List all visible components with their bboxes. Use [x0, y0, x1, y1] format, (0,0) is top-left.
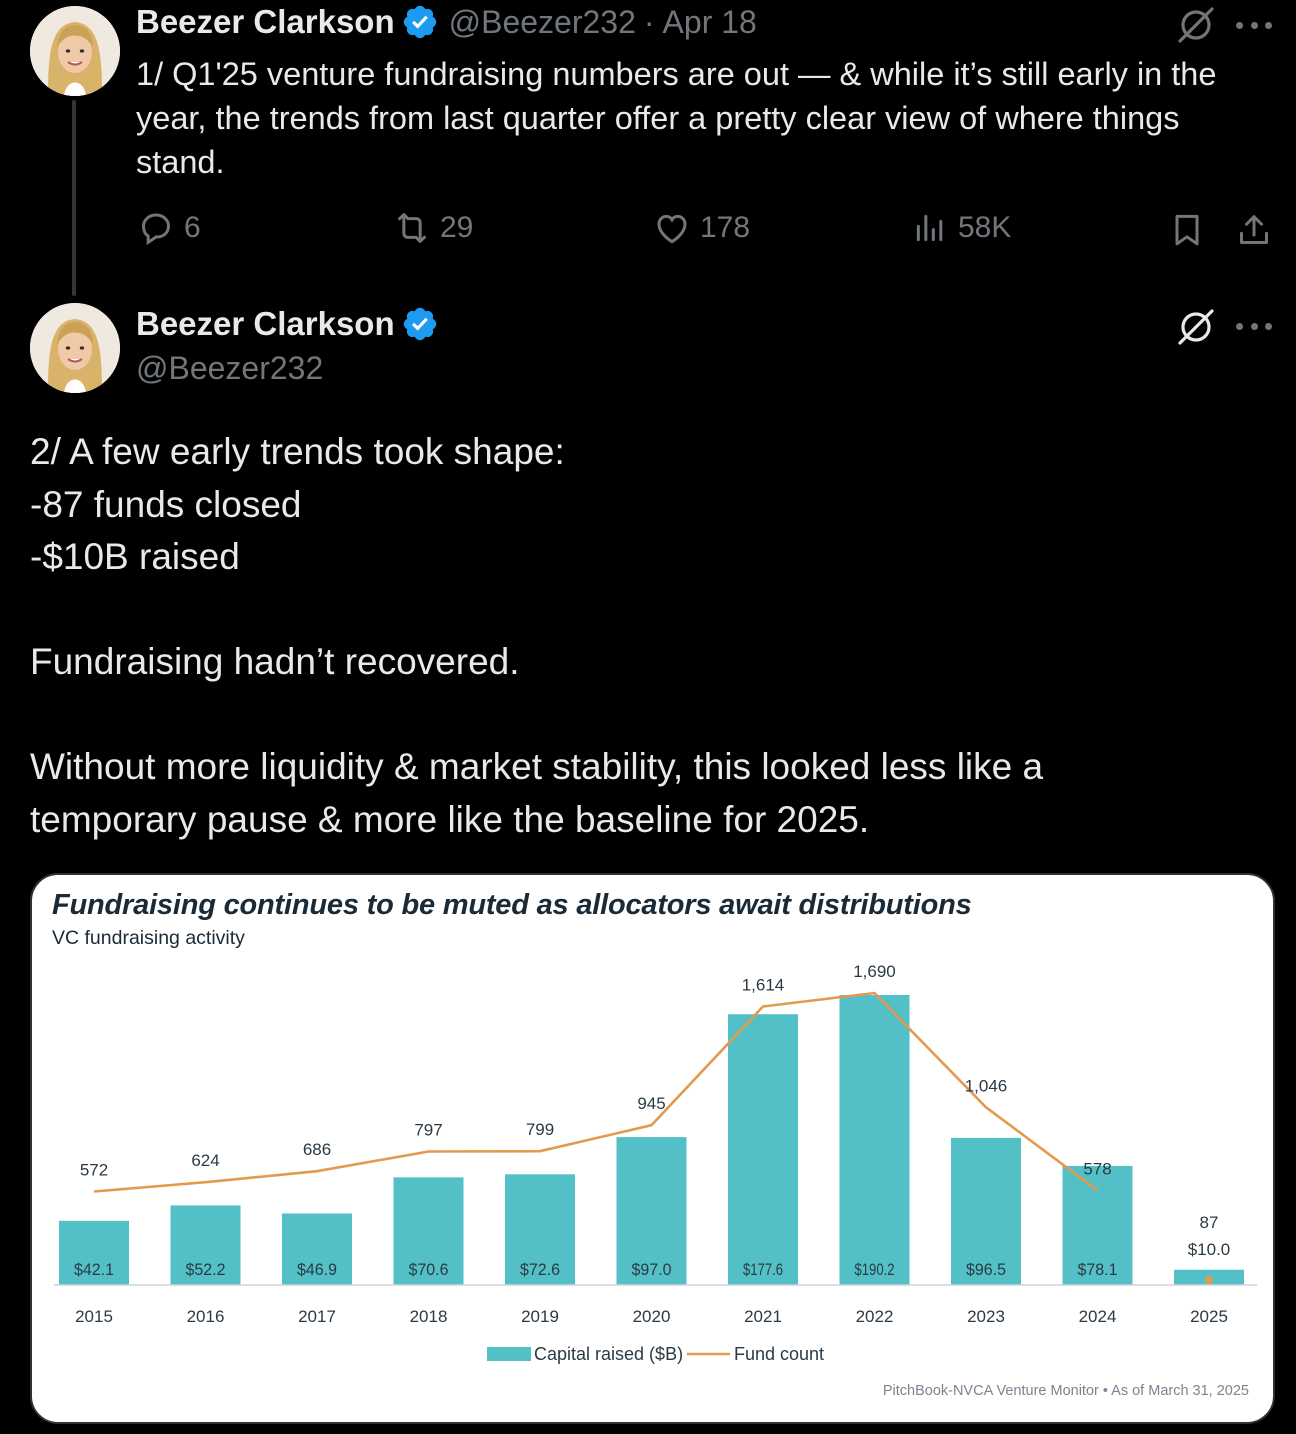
more-icon[interactable]	[1236, 19, 1272, 31]
bar-2021	[728, 1014, 798, 1285]
x-tick-2020: 2020	[633, 1307, 671, 1326]
reply-button[interactable]: 6	[136, 208, 201, 248]
bar-label-2019: $72.6	[520, 1260, 560, 1279]
bookmark-icon[interactable]	[1167, 210, 1207, 250]
x-tick-2019: 2019	[521, 1307, 559, 1326]
chart-plot: $42.1 2015 $52.2 2016 $46.9 2017 $70.6 2018 $72.…	[54, 962, 1257, 1364]
handle[interactable]: @Beezer232	[449, 4, 636, 41]
line-label-2018: 797	[414, 1121, 442, 1140]
bar-label-2023: $96.5	[966, 1260, 1006, 1279]
tweet1-header: Beezer Clarkson @Beezer232 · Apr 18	[136, 3, 757, 41]
bar-label-2021: $177.6	[743, 1260, 783, 1279]
reply-count: 6	[184, 211, 201, 244]
line-label-2025: 87	[1200, 1213, 1219, 1232]
repost-icon	[398, 213, 426, 243]
views-button[interactable]: 58K	[910, 208, 1011, 248]
x-tick-2022: 2022	[856, 1307, 894, 1326]
tweet1-actions: 6 29 178 58K	[136, 208, 1276, 256]
chart-image[interactable]: Fundraising continues to be muted as all…	[30, 873, 1275, 1424]
bar-label-2016: $52.2	[186, 1260, 226, 1279]
like-count: 178	[700, 211, 751, 244]
avatar-image	[30, 303, 120, 393]
repost-count: 29	[440, 211, 474, 244]
like-icon	[657, 214, 687, 244]
line-label-2024: 578	[1083, 1159, 1111, 1178]
legend-line-label: Fund count	[734, 1344, 824, 1364]
line-label-2020: 945	[637, 1094, 665, 1113]
avatar[interactable]	[30, 6, 120, 96]
x-tick-2018: 2018	[410, 1307, 448, 1326]
views-icon	[916, 214, 943, 242]
line-label-2022: 1,690	[853, 962, 896, 981]
fund-count-line	[93, 991, 1099, 1193]
bar-label-2022: $190.2	[855, 1260, 895, 1279]
bar-label-2025: $10.0	[1188, 1240, 1231, 1259]
reply-icon	[141, 213, 171, 246]
x-tick-2015: 2015	[75, 1307, 113, 1326]
tweet2-header: Beezer Clarkson	[136, 305, 449, 343]
more-icon[interactable]	[1236, 320, 1272, 332]
line-label-2019: 799	[526, 1120, 554, 1139]
bar-label-2017: $46.9	[297, 1260, 337, 1279]
line-label-2015: 572	[80, 1160, 108, 1179]
x-tick-2023: 2023	[967, 1307, 1005, 1326]
timestamp[interactable]: Apr 18	[663, 4, 757, 41]
display-name[interactable]: Beezer Clarkson	[136, 305, 395, 343]
chart-source: PitchBook-NVCA Venture Monitor • As of M…	[882, 1383, 1249, 1399]
x-tick-2021: 2021	[744, 1307, 782, 1326]
fund-count-point-2025	[1205, 1276, 1213, 1284]
bar-2022	[839, 995, 910, 1285]
x-tick-2024: 2024	[1079, 1307, 1117, 1326]
legend-bar-swatch	[487, 1347, 531, 1361]
verified-badge-icon	[403, 5, 436, 39]
avatar-image	[30, 6, 120, 96]
thread-line	[72, 100, 76, 296]
line-label-2023: 1,046	[965, 1076, 1008, 1095]
views-count: 58K	[958, 211, 1012, 244]
grok-icon[interactable]	[1176, 5, 1216, 45]
tweet1-text: 1/ Q1'25 venture fundraising numbers are…	[136, 56, 1217, 180]
verified-badge-icon	[403, 307, 436, 341]
like-button[interactable]: 178	[652, 208, 750, 248]
tweet2-handle-row: @Beezer232	[136, 350, 323, 387]
tweet2-text: 2/ A few early trends took shape: -87 fu…	[30, 431, 1044, 840]
bar-label-2015: $42.1	[74, 1260, 114, 1279]
handle[interactable]: @Beezer232	[136, 350, 323, 387]
line-label-2017: 686	[303, 1140, 331, 1159]
display-name[interactable]: Beezer Clarkson	[136, 3, 395, 41]
repost-button[interactable]: 29	[392, 208, 473, 248]
bar-label-2018: $70.6	[409, 1260, 449, 1279]
share-icon[interactable]	[1234, 210, 1274, 250]
x-tick-2016: 2016	[187, 1307, 225, 1326]
x-tick-2025: 2025	[1190, 1307, 1228, 1326]
grok-icon[interactable]	[1176, 307, 1216, 347]
x-tick-2017: 2017	[298, 1307, 336, 1326]
bar-label-2024: $78.1	[1078, 1260, 1118, 1279]
avatar[interactable]	[30, 303, 120, 393]
line-label-2016: 624	[191, 1151, 219, 1170]
legend-bar-label: Capital raised ($B)	[534, 1344, 683, 1364]
bar-label-2020: $97.0	[632, 1260, 672, 1279]
separator: ·	[643, 3, 655, 40]
line-label-2021: 1,614	[742, 975, 785, 994]
